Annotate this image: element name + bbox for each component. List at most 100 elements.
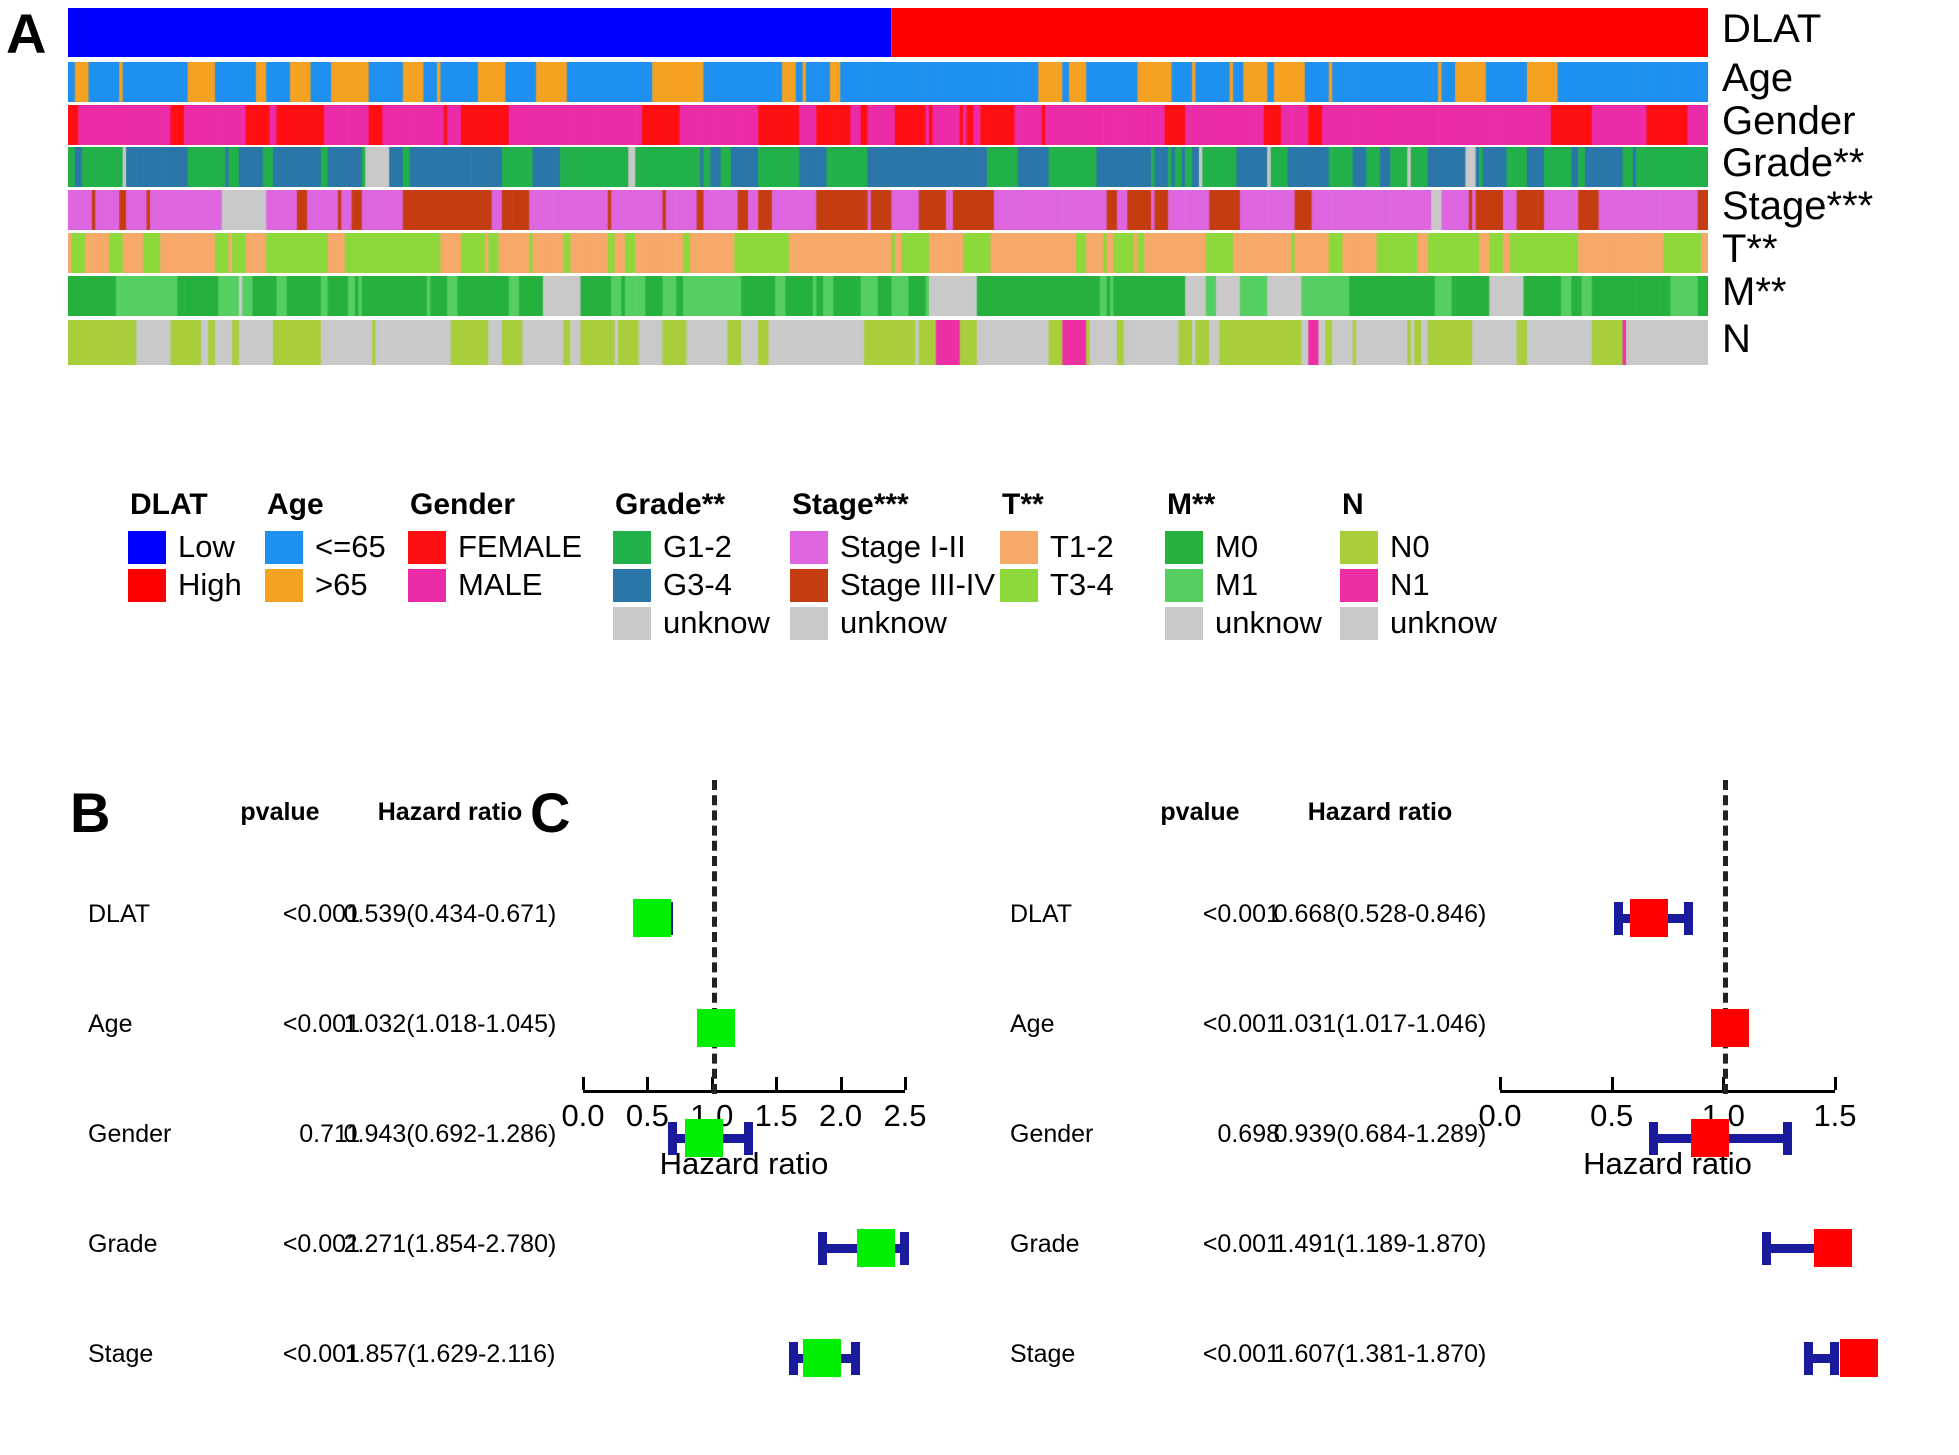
confidence-interval-cap-left [668, 1122, 677, 1155]
x-axis-tick [582, 1077, 585, 1090]
legend-group-stage: Stage***Stage I-IIStage III-IVunknow [790, 488, 995, 643]
legend-item-label: G1-2 [663, 529, 732, 565]
row-variable-name: Grade [1010, 1230, 1079, 1259]
hazard-ratio-marker [1691, 1119, 1729, 1157]
heatmap-strip-grade [68, 147, 1708, 187]
legend-item: unknow [1340, 605, 1497, 641]
row-variable-name: Stage [1010, 1340, 1075, 1369]
x-axis-tick [1611, 1077, 1614, 1090]
x-axis-line [1500, 1090, 1835, 1093]
legend-item: G3-4 [613, 567, 770, 603]
heatmap-row-label-stage: Stage*** [1722, 184, 1873, 229]
x-axis-line [583, 1090, 905, 1093]
legend-item-label: unknow [840, 605, 947, 641]
heatmap-row-gender [68, 105, 1708, 145]
heatmap-row-n [68, 320, 1708, 365]
x-axis-tick [646, 1077, 649, 1090]
legend-swatch [1000, 569, 1038, 602]
row-hazard-ratio-text: 0.668(0.528-0.846) [1230, 900, 1530, 929]
row-variable-name: Gender [1010, 1120, 1093, 1149]
x-axis-tick-label: 0.0 [1455, 1098, 1545, 1134]
row-variable-name: Gender [88, 1120, 171, 1149]
hazard-ratio-marker [1814, 1229, 1852, 1267]
hazard-ratio-marker [1840, 1339, 1878, 1377]
legend-swatch [1165, 569, 1203, 602]
legend-group-title: Stage*** [792, 488, 995, 522]
legend-item: >65 [265, 567, 386, 603]
legend-swatch [1165, 607, 1203, 640]
legend-group-title: M** [1167, 488, 1322, 522]
heatmap-row-label-m: M** [1722, 270, 1786, 315]
legend-group-age: Age <=65>65 [265, 488, 386, 605]
legend-item-label: Stage III-IV [840, 567, 995, 603]
row-hazard-ratio-text: 1.491(1.189-1.870) [1230, 1230, 1530, 1259]
heatmap-row-dlat [68, 8, 1708, 57]
column-header-hazard-ratio: Hazard ratio [1230, 798, 1530, 827]
legend-item-label: Low [178, 529, 235, 565]
legend-group-n: NN0N1unknow [1340, 488, 1497, 643]
legend-item: <=65 [265, 529, 386, 565]
heatmap-row-label-age: Age [1722, 56, 1793, 101]
heatmap-strip-stage [68, 190, 1708, 230]
legend-group-gender: Gender FEMALEMALE [408, 488, 582, 605]
confidence-interval-cap-left [818, 1232, 827, 1265]
heatmap-row-age [68, 62, 1708, 102]
row-variable-name: DLAT [88, 900, 150, 929]
legend-swatch [1000, 531, 1038, 564]
confidence-interval-cap-left [1762, 1232, 1771, 1265]
row-variable-name: Stage [88, 1340, 153, 1369]
hazard-ratio-marker [803, 1339, 841, 1377]
panel-c-letter: C [530, 780, 570, 845]
legend-item: Low [128, 529, 242, 565]
legend-item-label: unknow [663, 605, 770, 641]
confidence-interval-cap-left [1614, 902, 1623, 935]
legend-item: M0 [1165, 529, 1322, 565]
panel-c-forest-plot: pvalueHazard ratioDLAT<0.0010.668(0.528-… [980, 760, 1959, 1455]
heatmap-row-t [68, 233, 1708, 273]
legend-item-label: M1 [1215, 567, 1258, 603]
x-axis-tick-label: 0.5 [1567, 1098, 1657, 1134]
x-axis-tick-label: 1.5 [1790, 1098, 1880, 1134]
legend-item: MALE [408, 567, 582, 603]
row-variable-name: Grade [88, 1230, 157, 1259]
legend-item: Stage III-IV [790, 567, 995, 603]
legend-item-label: T3-4 [1050, 567, 1114, 603]
heatmap-strip-gender [68, 105, 1708, 145]
legend-group-t: T**T1-2T3-4 [1000, 488, 1114, 605]
legend-swatch [1165, 531, 1203, 564]
row-variable-name: DLAT [1010, 900, 1072, 929]
legend-item: M1 [1165, 567, 1322, 603]
legend-group-title: Age [267, 488, 386, 522]
legend-swatch [408, 531, 446, 564]
confidence-interval-cap-right [1830, 1342, 1839, 1375]
legend-group-grade: Grade**G1-2G3-4unknow [613, 488, 770, 643]
row-hazard-ratio-text: 1.032(1.018-1.045) [300, 1010, 600, 1039]
x-axis-title: Hazard ratio [1468, 1146, 1868, 1182]
hazard-ratio-marker [697, 1009, 735, 1047]
heatmap-legend: DLATLowHigh Age <=65>65 Gender FEMALEMALE Gra… [0, 488, 1959, 658]
legend-item: T3-4 [1000, 567, 1114, 603]
confidence-interval-cap-left [1649, 1122, 1658, 1155]
legend-item: N0 [1340, 529, 1497, 565]
hazard-ratio-marker [633, 899, 671, 937]
legend-item: FEMALE [408, 529, 582, 565]
legend-item: unknow [613, 605, 770, 641]
legend-swatch [613, 531, 651, 564]
row-hazard-ratio-text: 1.607(1.381-1.870) [1230, 1340, 1530, 1369]
legend-swatch [613, 607, 651, 640]
row-hazard-ratio-text: 0.539(0.434-0.671) [300, 900, 600, 929]
legend-swatch [128, 531, 166, 564]
legend-item-label: N1 [1390, 567, 1430, 603]
legend-item-label: G3-4 [663, 567, 732, 603]
legend-group-dlat: DLATLowHigh [128, 488, 242, 605]
legend-swatch [265, 531, 303, 564]
row-variable-name: Age [1010, 1010, 1054, 1039]
legend-group-title: Gender [410, 488, 582, 522]
hazard-ratio-marker [1630, 899, 1668, 937]
confidence-interval-cap-right [851, 1342, 860, 1375]
legend-swatch [790, 569, 828, 602]
legend-item: unknow [790, 605, 995, 641]
legend-item: N1 [1340, 567, 1497, 603]
legend-item: T1-2 [1000, 529, 1114, 565]
heatmap-row-label-dlat: DLAT [1722, 7, 1821, 52]
